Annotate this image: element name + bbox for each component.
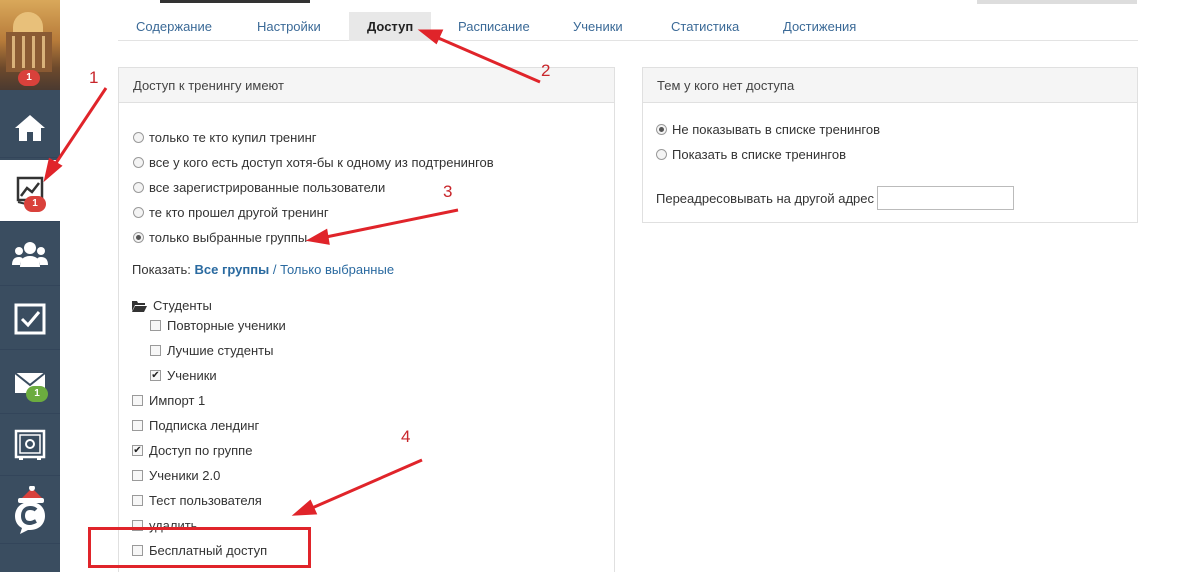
annotation-number: 3 xyxy=(443,182,453,201)
tab-settings[interactable]: Настройки xyxy=(239,12,339,41)
group-checkbox-row[interactable]: Импорт 1 xyxy=(132,393,205,408)
checkbox[interactable] xyxy=(150,320,161,331)
redirect-label: Переадресовывать на другой адрес xyxy=(656,190,875,206)
access-option[interactable]: все зарегистрированные пользователи xyxy=(133,180,385,195)
chat-logo-icon xyxy=(15,485,45,534)
radio-button-selected[interactable] xyxy=(133,232,144,243)
folder-label: Студенты xyxy=(153,298,212,313)
avatar[interactable]: 1 xyxy=(0,0,60,90)
radio-button[interactable] xyxy=(656,149,667,160)
group-checkbox-row[interactable]: Ученики 2.0 xyxy=(132,468,220,483)
option-label: все у кого есть доступ хотя-бы к одному … xyxy=(149,155,494,170)
messages-badge: 1 xyxy=(26,386,48,402)
avatar-column xyxy=(22,36,25,68)
sidebar-item-home[interactable] xyxy=(0,98,60,158)
access-option[interactable]: только те кто купил тренинг xyxy=(133,130,317,145)
checkbox-checked[interactable]: ✔ xyxy=(132,445,143,456)
access-panel-title: Доступ к тренингу имеют xyxy=(119,68,614,103)
tab-access[interactable]: Доступ xyxy=(349,12,432,41)
avatar-badge: 1 xyxy=(18,70,40,86)
folder-open-icon xyxy=(132,300,147,312)
group-label: Подписка лендинг xyxy=(149,418,260,433)
group-checkbox-row[interactable]: Тест пользователя xyxy=(132,493,262,508)
avatar-dome xyxy=(13,12,43,34)
radio-button-selected[interactable] xyxy=(656,124,667,135)
checkbox-checked[interactable]: ✔ xyxy=(150,370,161,381)
page-title-fragment xyxy=(160,0,310,3)
option-label: только выбранные группы xyxy=(149,230,308,245)
avatar-column xyxy=(42,36,45,68)
redirect-row: Переадресовывать на другой адрес xyxy=(656,186,1015,210)
sidebar-item-chat[interactable] xyxy=(0,476,60,544)
tab-schedule[interactable]: Расписание xyxy=(440,12,548,41)
avatar-column xyxy=(12,36,15,68)
option-label: те кто прошел другой тренинг xyxy=(149,205,329,220)
checkbox-icon xyxy=(14,303,46,334)
tab-achievements[interactable]: Достижения xyxy=(765,12,874,41)
checkbox[interactable] xyxy=(132,470,143,481)
users-icon xyxy=(12,241,48,267)
tab-students[interactable]: Ученики xyxy=(555,12,641,41)
group-filter: Показать: Все группы / Только выбранные xyxy=(132,262,394,277)
annotation-number: 4 xyxy=(401,427,411,446)
radio-button[interactable] xyxy=(133,207,144,218)
group-label: Повторные ученики xyxy=(167,318,286,333)
home-icon xyxy=(15,114,45,141)
redirect-url-input[interactable] xyxy=(877,186,1015,210)
group-label: Импорт 1 xyxy=(149,393,206,408)
option-label: Не показывать в списке тренингов xyxy=(672,122,881,137)
radio-button[interactable] xyxy=(133,182,144,193)
tab-statistics[interactable]: Статистика xyxy=(653,12,757,41)
group-label: Доступ по группе xyxy=(149,443,253,458)
checkbox[interactable] xyxy=(132,395,143,406)
sidebar: 1 1 1 xyxy=(0,0,60,572)
group-label: Тест пользователя xyxy=(149,493,262,508)
highlight-box xyxy=(88,527,311,568)
visibility-option[interactable]: Не показывать в списке тренингов xyxy=(656,122,880,137)
sidebar-item-tasks[interactable] xyxy=(0,288,60,350)
group-label: Ученики xyxy=(167,368,217,383)
group-checkbox-row[interactable]: ✔ Ученики xyxy=(150,368,217,383)
access-option[interactable]: все у кого есть доступ хотя-бы к одному … xyxy=(133,155,494,170)
tab-content[interactable]: Содержание xyxy=(118,12,230,41)
checkbox[interactable] xyxy=(132,495,143,506)
visibility-option[interactable]: Показать в списке тренингов xyxy=(656,147,846,162)
show-selected-link[interactable]: Только выбранные xyxy=(280,262,394,277)
top-right-stub xyxy=(977,0,1137,4)
checkbox[interactable] xyxy=(150,345,161,356)
safe-icon xyxy=(14,429,46,460)
annotation-number: 1 xyxy=(89,68,99,87)
access-option[interactable]: те кто прошел другой тренинг xyxy=(133,205,329,220)
sidebar-item-trainings[interactable]: 1 xyxy=(0,160,60,222)
show-separator: / xyxy=(272,262,277,277)
trainings-badge: 1 xyxy=(24,196,46,212)
group-folder[interactable]: Студенты xyxy=(132,298,212,313)
group-checkbox-row[interactable]: Подписка лендинг xyxy=(132,418,259,433)
access-option-selected-groups[interactable]: только выбранные группы xyxy=(133,230,307,245)
group-checkbox-row[interactable]: Повторные ученики xyxy=(150,318,286,333)
radio-button[interactable] xyxy=(133,132,144,143)
option-label: все зарегистрированные пользователи xyxy=(149,180,386,195)
show-label: Показать: xyxy=(132,262,191,277)
sidebar-item-messages[interactable]: 1 xyxy=(0,352,60,414)
group-label: Ученики 2.0 xyxy=(149,468,221,483)
option-label: Показать в списке тренингов xyxy=(672,147,846,162)
group-label: Лучшие студенты xyxy=(167,343,274,358)
checkbox[interactable] xyxy=(132,420,143,431)
annotation-number: 2 xyxy=(541,61,551,80)
radio-button[interactable] xyxy=(133,157,144,168)
sidebar-item-users[interactable] xyxy=(0,222,60,286)
avatar-column xyxy=(32,36,35,68)
group-checkbox-row[interactable]: Лучшие студенты xyxy=(150,343,273,358)
group-checkbox-row[interactable]: ✔ Доступ по группе xyxy=(132,443,252,458)
show-all-groups-link[interactable]: Все группы xyxy=(195,262,270,277)
sidebar-item-settings[interactable] xyxy=(0,414,60,476)
tab-bar: Содержание Настройки Доступ Расписание У… xyxy=(118,12,1138,41)
no-access-panel-title: Тем у кого нет доступа xyxy=(643,68,1137,103)
option-label: только те кто купил тренинг xyxy=(149,130,317,145)
